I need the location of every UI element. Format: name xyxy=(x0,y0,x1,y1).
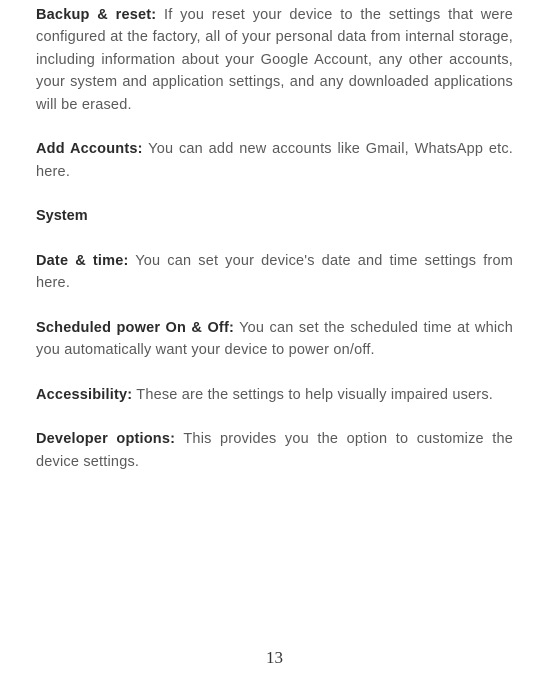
page-content: Backup & reset: If you reset your device… xyxy=(0,0,549,691)
para-date-time: Date & time: You can set your device's d… xyxy=(36,250,513,295)
para-scheduled-power: Scheduled power On & Off: You can set th… xyxy=(36,317,513,362)
text-accessibility: These are the settings to help visually … xyxy=(132,387,493,403)
para-accessibility: Accessibility: These are the settings to… xyxy=(36,384,513,406)
label-accessibility: Accessibility: xyxy=(36,387,132,403)
section-title-system: System xyxy=(36,205,513,227)
para-developer-options: Developer options: This provides you the… xyxy=(36,428,513,473)
label-developer-options: Developer options: xyxy=(36,431,175,447)
label-add-accounts: Add Accounts: xyxy=(36,141,143,157)
label-date-time: Date & time: xyxy=(36,253,129,269)
page-number: 13 xyxy=(0,645,549,671)
para-backup-reset: Backup & reset: If you reset your device… xyxy=(36,4,513,116)
label-backup-reset: Backup & reset: xyxy=(36,7,156,23)
label-scheduled-power: Scheduled power On & Off: xyxy=(36,320,234,336)
para-add-accounts: Add Accounts: You can add new accounts l… xyxy=(36,138,513,183)
